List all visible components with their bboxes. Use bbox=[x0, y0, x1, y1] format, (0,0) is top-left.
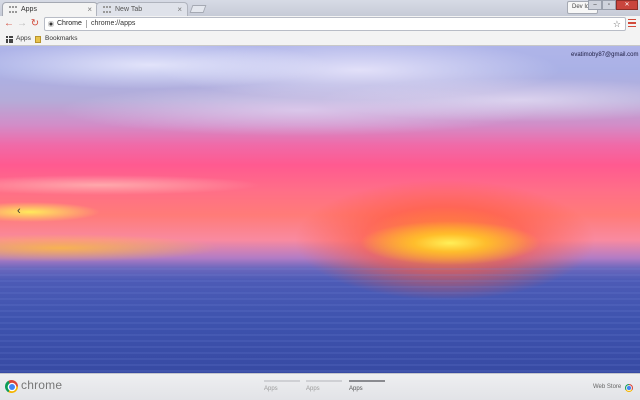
account-email[interactable]: evatimoby87@gmail.com bbox=[571, 52, 638, 58]
forward-arrow-icon[interactable]: → bbox=[16, 18, 28, 30]
page-indicator-bar bbox=[349, 380, 385, 382]
url-text[interactable]: chrome://apps bbox=[91, 18, 135, 30]
bookmark-apps[interactable]: Apps bbox=[16, 33, 31, 45]
page-indicator-bar bbox=[306, 380, 342, 382]
webstore-link[interactable]: Web Store bbox=[593, 384, 621, 390]
menu-icon[interactable] bbox=[628, 18, 636, 28]
site-chip-label: Chrome bbox=[57, 20, 82, 27]
page-switcher-2[interactable]: Apps bbox=[306, 380, 342, 392]
address-bar[interactable]: Chrome chrome://apps ☆ bbox=[44, 17, 626, 31]
apps-footer: chrome Apps Apps Apps Web Store bbox=[0, 373, 640, 400]
back-arrow-icon[interactable]: ← bbox=[3, 18, 15, 30]
tab-new-tab[interactable]: New Tab × bbox=[96, 2, 188, 16]
apps-grid-icon bbox=[9, 6, 17, 14]
page-switcher-label: Apps bbox=[349, 386, 363, 392]
bookmark-star-icon[interactable]: ☆ bbox=[613, 18, 621, 30]
close-icon[interactable]: × bbox=[177, 3, 182, 17]
ocean-texture bbox=[0, 268, 640, 378]
tab-apps[interactable]: Apps × bbox=[2, 2, 98, 16]
chrome-logo-icon bbox=[5, 380, 18, 393]
new-tab-button[interactable] bbox=[189, 5, 207, 13]
page-switcher-3[interactable]: Apps bbox=[349, 380, 385, 392]
tab-label: Apps bbox=[21, 6, 37, 13]
chrome-page-icon bbox=[48, 21, 54, 27]
apps-grid-icon[interactable] bbox=[6, 36, 13, 43]
maximize-icon[interactable]: ▫ bbox=[602, 0, 616, 10]
toolbar: ← → ↻ Chrome chrome://apps ☆ bbox=[0, 16, 640, 33]
page-switcher-label: Apps bbox=[306, 386, 320, 392]
chrome-wordmark: chrome bbox=[21, 378, 63, 392]
close-icon[interactable]: × bbox=[87, 3, 92, 17]
tab-label: New Tab bbox=[115, 6, 143, 13]
chip-divider bbox=[86, 20, 87, 28]
folder-icon bbox=[35, 36, 41, 43]
title-bar: Apps × New Tab × Dev Ide – ▫ ✕ bbox=[0, 0, 640, 16]
minimize-icon[interactable]: – bbox=[588, 0, 602, 10]
page-icon bbox=[103, 6, 111, 14]
bookmark-folder-bookmarks[interactable]: Bookmarks bbox=[45, 33, 78, 45]
webstore-icon[interactable] bbox=[625, 384, 633, 392]
page-switcher-1[interactable]: Apps bbox=[264, 380, 300, 392]
window-controls: – ▫ ✕ bbox=[588, 0, 638, 11]
close-window-icon[interactable]: ✕ bbox=[616, 0, 638, 10]
reload-icon[interactable]: ↻ bbox=[29, 18, 41, 30]
bookmarks-bar: Apps Bookmarks bbox=[0, 33, 640, 46]
chevron-left-icon[interactable]: ‹ bbox=[17, 205, 21, 217]
page-indicator-bar bbox=[264, 380, 300, 382]
page-switcher-label: Apps bbox=[264, 386, 278, 392]
